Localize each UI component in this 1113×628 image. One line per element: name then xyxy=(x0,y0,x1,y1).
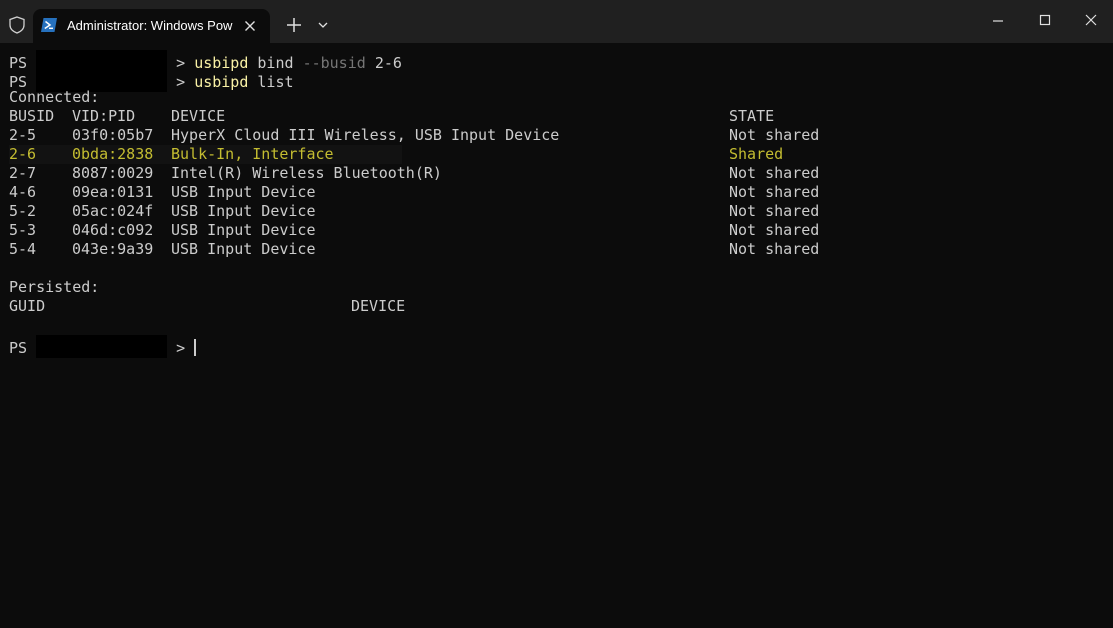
cell-vidpid: 043e:9a39 xyxy=(72,240,154,258)
title-bar[interactable]: Administrator: Windows PowerShell xyxy=(0,0,1113,43)
cell-busid: 2-5 xyxy=(9,126,37,144)
table-row: 5-2 05ac:024f USB Input Device Not share… xyxy=(9,202,819,221)
plus-icon[interactable] xyxy=(284,15,304,35)
persisted-header: GUID DEVICE xyxy=(9,297,406,316)
table-row: 4-6 09ea:0131 USB Input Device Not share… xyxy=(9,183,819,202)
powershell-icon xyxy=(41,18,57,32)
minimize-icon[interactable] xyxy=(987,8,1009,30)
cell-device: Intel(R) Wireless Bluetooth(R) xyxy=(171,164,442,182)
table-row: 5-3 046d:c092 USB Input Device Not share… xyxy=(9,221,819,240)
cell-device: HyperX Cloud III Wireless, USB Input Dev… xyxy=(171,126,560,144)
close-icon[interactable] xyxy=(1080,8,1102,30)
text-cursor xyxy=(194,339,197,356)
command-line-1: PS > usbipd bind --busid 2-6 xyxy=(9,50,402,73)
cell-busid: 5-4 xyxy=(9,240,37,258)
cell-vidpid: 046d:c092 xyxy=(72,221,154,239)
cell-vidpid: 03f0:05b7 xyxy=(72,126,154,144)
shield-icon xyxy=(9,16,25,34)
cell-state: Not shared xyxy=(729,126,820,144)
header-device: DEVICE xyxy=(171,107,226,125)
table-row: 2-7 8087:0029 Intel(R) Wireless Bluetoot… xyxy=(9,164,819,183)
cell-state: Not shared xyxy=(729,183,820,201)
connected-heading: Connected: xyxy=(9,88,100,106)
cell-vidpid: 05ac:024f xyxy=(72,202,154,220)
chevron-down-icon[interactable] xyxy=(314,15,332,35)
cell-vidpid: 0bda:2838 xyxy=(72,145,154,163)
table-row: 5-4 043e:9a39 USB Input Device Not share… xyxy=(9,240,819,259)
terminal-window: Administrator: Windows PowerShell PS > u… xyxy=(0,0,1113,628)
tab-title: Administrator: Windows PowerShell xyxy=(67,18,233,33)
cell-state: Not shared xyxy=(729,221,820,239)
cell-busid: 5-3 xyxy=(9,221,37,239)
cell-state: Not shared xyxy=(729,164,820,182)
header-guid: GUID xyxy=(9,297,46,315)
command-line-2: PS > usbipd list xyxy=(9,69,402,92)
close-tab-icon[interactable] xyxy=(242,18,258,34)
maximize-icon[interactable] xyxy=(1034,8,1056,30)
persisted-heading: Persisted: xyxy=(9,278,100,296)
cell-state: Shared xyxy=(729,145,784,163)
cell-busid: 2-7 xyxy=(9,164,37,182)
header-device: DEVICE xyxy=(351,297,406,315)
cell-device: Bulk-In, Interface xyxy=(171,145,334,163)
terminal-output[interactable]: PS > usbipd bind --busid 2-6 PS > usbipd… xyxy=(9,50,819,358)
header-state: STATE xyxy=(729,107,775,125)
tab-powershell[interactable]: Administrator: Windows PowerShell xyxy=(33,9,270,43)
cell-device: USB Input Device xyxy=(171,183,316,201)
header-busid: BUSID xyxy=(9,107,55,125)
table-row-highlighted: 2-6 0bda:2838 Bulk-In, Interface Shared xyxy=(9,145,783,164)
prompt-ps: PS xyxy=(9,339,28,357)
cell-busid: 4-6 xyxy=(9,183,37,201)
cell-busid: 5-2 xyxy=(9,202,37,220)
cell-state: Not shared xyxy=(729,240,820,258)
active-prompt-line[interactable]: PS > xyxy=(9,335,402,358)
table-header: BUSID VID:PID DEVICE STATE xyxy=(9,107,774,126)
cell-busid: 2-6 xyxy=(9,145,37,163)
cell-state: Not shared xyxy=(729,202,820,220)
header-vidpid: VID:PID xyxy=(72,107,136,125)
cell-device: USB Input Device xyxy=(171,221,316,239)
cell-device: USB Input Device xyxy=(171,240,316,258)
table-row: 2-5 03f0:05b7 HyperX Cloud III Wireless,… xyxy=(9,126,819,145)
redacted-path xyxy=(36,335,168,358)
cell-vidpid: 09ea:0131 xyxy=(72,183,154,201)
cell-device: USB Input Device xyxy=(171,202,316,220)
prompt-suffix: > xyxy=(176,339,186,357)
cell-vidpid: 8087:0029 xyxy=(72,164,154,182)
